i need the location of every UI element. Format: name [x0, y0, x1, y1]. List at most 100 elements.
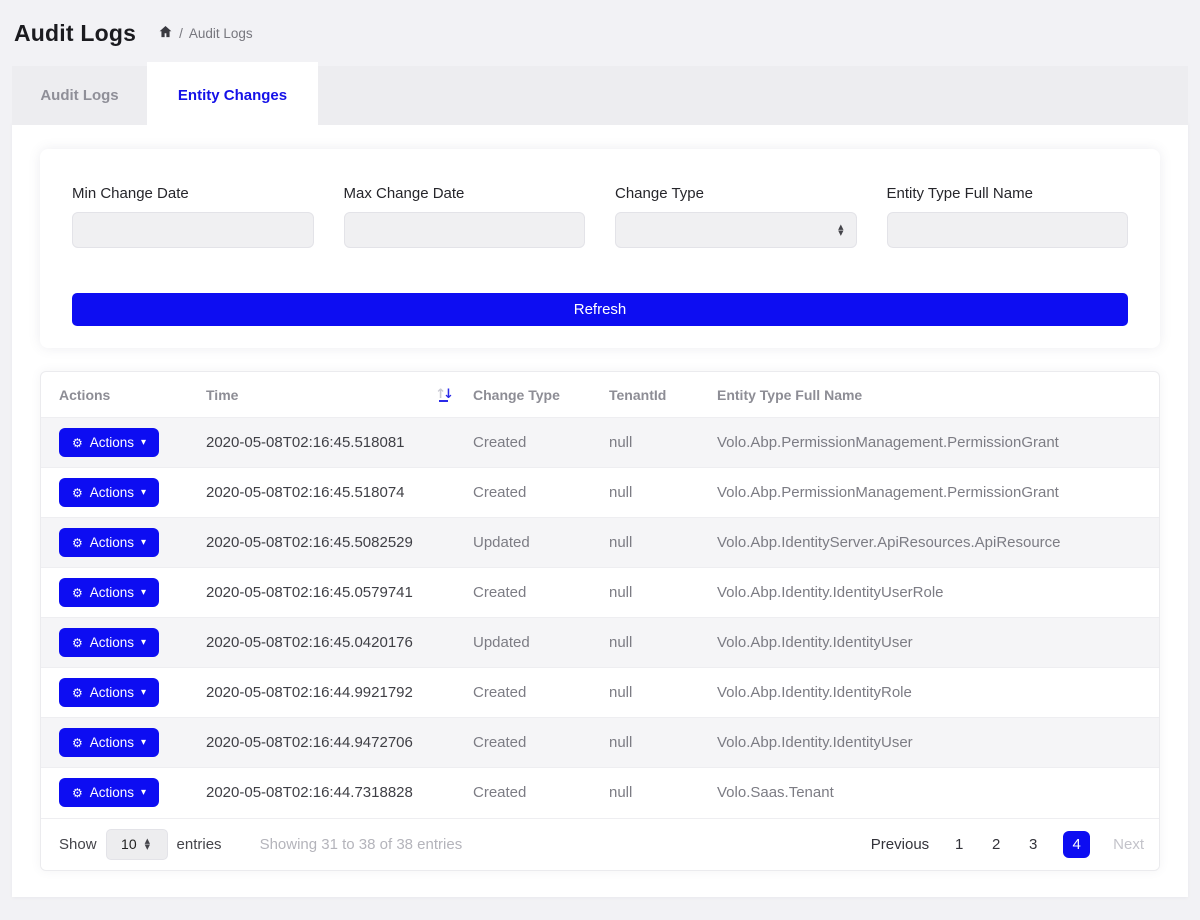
caret-down-icon: ▾: [141, 737, 146, 748]
max-change-date-label: Max Change Date: [344, 185, 586, 202]
cell-tenantid: null: [609, 668, 717, 718]
cell-entity-type-full-name: Volo.Abp.Identity.IdentityUser: [717, 718, 1159, 768]
cell-entity-type-full-name: Volo.Abp.IdentityServer.ApiResources.Api…: [717, 518, 1159, 568]
filter-max-change-date: Max Change Date: [344, 185, 586, 248]
pagination-previous[interactable]: Previous: [871, 836, 929, 853]
breadcrumb-current: Audit Logs: [189, 26, 253, 41]
column-header-actions: Actions: [41, 372, 206, 418]
row-actions-button[interactable]: ⚙ Actions ▾: [59, 628, 159, 657]
table-row: ⚙ Actions ▾ 2020-05-08T02:16:45.0420176 …: [41, 618, 1159, 668]
table-row: ⚙ Actions ▾ 2020-05-08T02:16:45.518081 C…: [41, 418, 1159, 468]
caret-down-icon: ▾: [141, 587, 146, 598]
change-type-label: Change Type: [615, 185, 857, 202]
gear-icon: ⚙: [72, 436, 83, 450]
filter-min-change-date: Min Change Date: [72, 185, 314, 248]
max-change-date-input[interactable]: [344, 212, 586, 248]
min-change-date-input[interactable]: [72, 212, 314, 248]
column-header-entity-type-full-name[interactable]: Entity Type Full Name: [717, 372, 1159, 418]
gear-icon: ⚙: [72, 786, 83, 800]
row-actions-button[interactable]: ⚙ Actions ▾: [59, 678, 159, 707]
page-title: Audit Logs: [14, 20, 136, 47]
cell-tenantid: null: [609, 718, 717, 768]
gear-icon: ⚙: [72, 686, 83, 700]
sort-icon[interactable]: ↑↓: [435, 387, 451, 402]
entries-label: entries: [177, 836, 222, 853]
content-card: Min Change Date Max Change Date Change T…: [12, 122, 1188, 897]
gear-icon: ⚙: [72, 636, 83, 650]
cell-time: 2020-05-08T02:16:45.0420176: [206, 618, 473, 668]
caret-down-icon: ▾: [141, 637, 146, 648]
cell-time: 2020-05-08T02:16:44.9472706: [206, 718, 473, 768]
row-actions-button[interactable]: ⚙ Actions ▾: [59, 528, 159, 557]
table-header-row: Actions Time ↑↓ Change Type TenantId Ent…: [41, 372, 1159, 418]
cell-actions: ⚙ Actions ▾: [41, 718, 206, 768]
refresh-button[interactable]: Refresh: [72, 293, 1128, 326]
pagination: Previous 1 2 3 4 Next: [871, 831, 1144, 858]
filter-entity-type-full-name: Entity Type Full Name: [887, 185, 1129, 248]
row-actions-button[interactable]: ⚙ Actions ▾: [59, 778, 159, 807]
cell-entity-type-full-name: Volo.Abp.Identity.IdentityUserRole: [717, 568, 1159, 618]
min-change-date-label: Min Change Date: [72, 185, 314, 202]
tabbar: Audit Logs Entity Changes: [12, 66, 1188, 125]
cell-time: 2020-05-08T02:16:45.5082529: [206, 518, 473, 568]
table-row: ⚙ Actions ▾ 2020-05-08T02:16:44.7318828 …: [41, 768, 1159, 818]
cell-change-type: Created: [473, 768, 609, 818]
pagination-next[interactable]: Next: [1113, 836, 1144, 853]
page-size-select[interactable]: 10 ▲▼: [106, 829, 168, 860]
tab-audit-logs[interactable]: Audit Logs: [12, 66, 147, 125]
cell-actions: ⚙ Actions ▾: [41, 618, 206, 668]
pagination-page[interactable]: 1: [952, 836, 966, 853]
breadcrumb: / Audit Logs: [158, 24, 253, 42]
column-header-change-type[interactable]: Change Type: [473, 372, 609, 418]
cell-actions: ⚙ Actions ▾: [41, 468, 206, 518]
gear-icon: ⚙: [72, 586, 83, 600]
select-arrows-icon: ▲▼: [838, 224, 843, 236]
cell-time: 2020-05-08T02:16:45.0579741: [206, 568, 473, 618]
entity-type-full-name-input[interactable]: [887, 212, 1129, 248]
entries-info: Showing 31 to 38 of 38 entries: [260, 836, 463, 853]
pagination-pages: 1 2 3 4: [952, 831, 1090, 858]
cell-entity-type-full-name: Volo.Abp.PermissionManagement.Permission…: [717, 468, 1159, 518]
cell-actions: ⚙ Actions ▾: [41, 768, 206, 818]
table-row: ⚙ Actions ▾ 2020-05-08T02:16:45.518074 C…: [41, 468, 1159, 518]
pagination-page[interactable]: 4: [1063, 831, 1090, 858]
table-row: ⚙ Actions ▾ 2020-05-08T02:16:44.9472706 …: [41, 718, 1159, 768]
cell-change-type: Created: [473, 668, 609, 718]
entity-type-full-name-label: Entity Type Full Name: [887, 185, 1129, 202]
select-arrows-icon: ▲▼: [145, 838, 150, 850]
column-header-tenantid[interactable]: TenantId: [609, 372, 717, 418]
cell-change-type: Updated: [473, 618, 609, 668]
row-actions-button[interactable]: ⚙ Actions ▾: [59, 728, 159, 757]
caret-down-icon: ▾: [141, 687, 146, 698]
cell-tenantid: null: [609, 568, 717, 618]
column-header-time[interactable]: Time ↑↓: [206, 372, 473, 418]
row-actions-button[interactable]: ⚙ Actions ▾: [59, 578, 159, 607]
home-icon[interactable]: [158, 24, 173, 42]
table-row: ⚙ Actions ▾ 2020-05-08T02:16:44.9921792 …: [41, 668, 1159, 718]
caret-down-icon: ▾: [141, 537, 146, 548]
pagination-page[interactable]: 3: [1026, 836, 1040, 853]
cell-tenantid: null: [609, 518, 717, 568]
pagination-page[interactable]: 2: [989, 836, 1003, 853]
caret-down-icon: ▾: [141, 487, 146, 498]
filter-card: Min Change Date Max Change Date Change T…: [40, 149, 1160, 348]
table-body: ⚙ Actions ▾ 2020-05-08T02:16:45.518081 C…: [41, 418, 1159, 818]
row-actions-button[interactable]: ⚙ Actions ▾: [59, 428, 159, 457]
cell-tenantid: null: [609, 768, 717, 818]
cell-change-type: Created: [473, 468, 609, 518]
breadcrumb-separator: /: [179, 26, 183, 41]
tab-entity-changes[interactable]: Entity Changes: [147, 62, 318, 128]
row-actions-button[interactable]: ⚙ Actions ▾: [59, 478, 159, 507]
cell-time: 2020-05-08T02:16:45.518081: [206, 418, 473, 468]
gear-icon: ⚙: [72, 536, 83, 550]
cell-tenantid: null: [609, 468, 717, 518]
cell-tenantid: null: [609, 418, 717, 468]
cell-actions: ⚙ Actions ▾: [41, 418, 206, 468]
gear-icon: ⚙: [72, 736, 83, 750]
change-type-select[interactable]: ▲▼: [615, 212, 857, 248]
show-label: Show: [59, 836, 97, 853]
cell-entity-type-full-name: Volo.Saas.Tenant: [717, 768, 1159, 818]
table-row: ⚙ Actions ▾ 2020-05-08T02:16:45.5082529 …: [41, 518, 1159, 568]
table-row: ⚙ Actions ▾ 2020-05-08T02:16:45.0579741 …: [41, 568, 1159, 618]
entity-changes-table: Actions Time ↑↓ Change Type TenantId Ent…: [41, 372, 1159, 818]
